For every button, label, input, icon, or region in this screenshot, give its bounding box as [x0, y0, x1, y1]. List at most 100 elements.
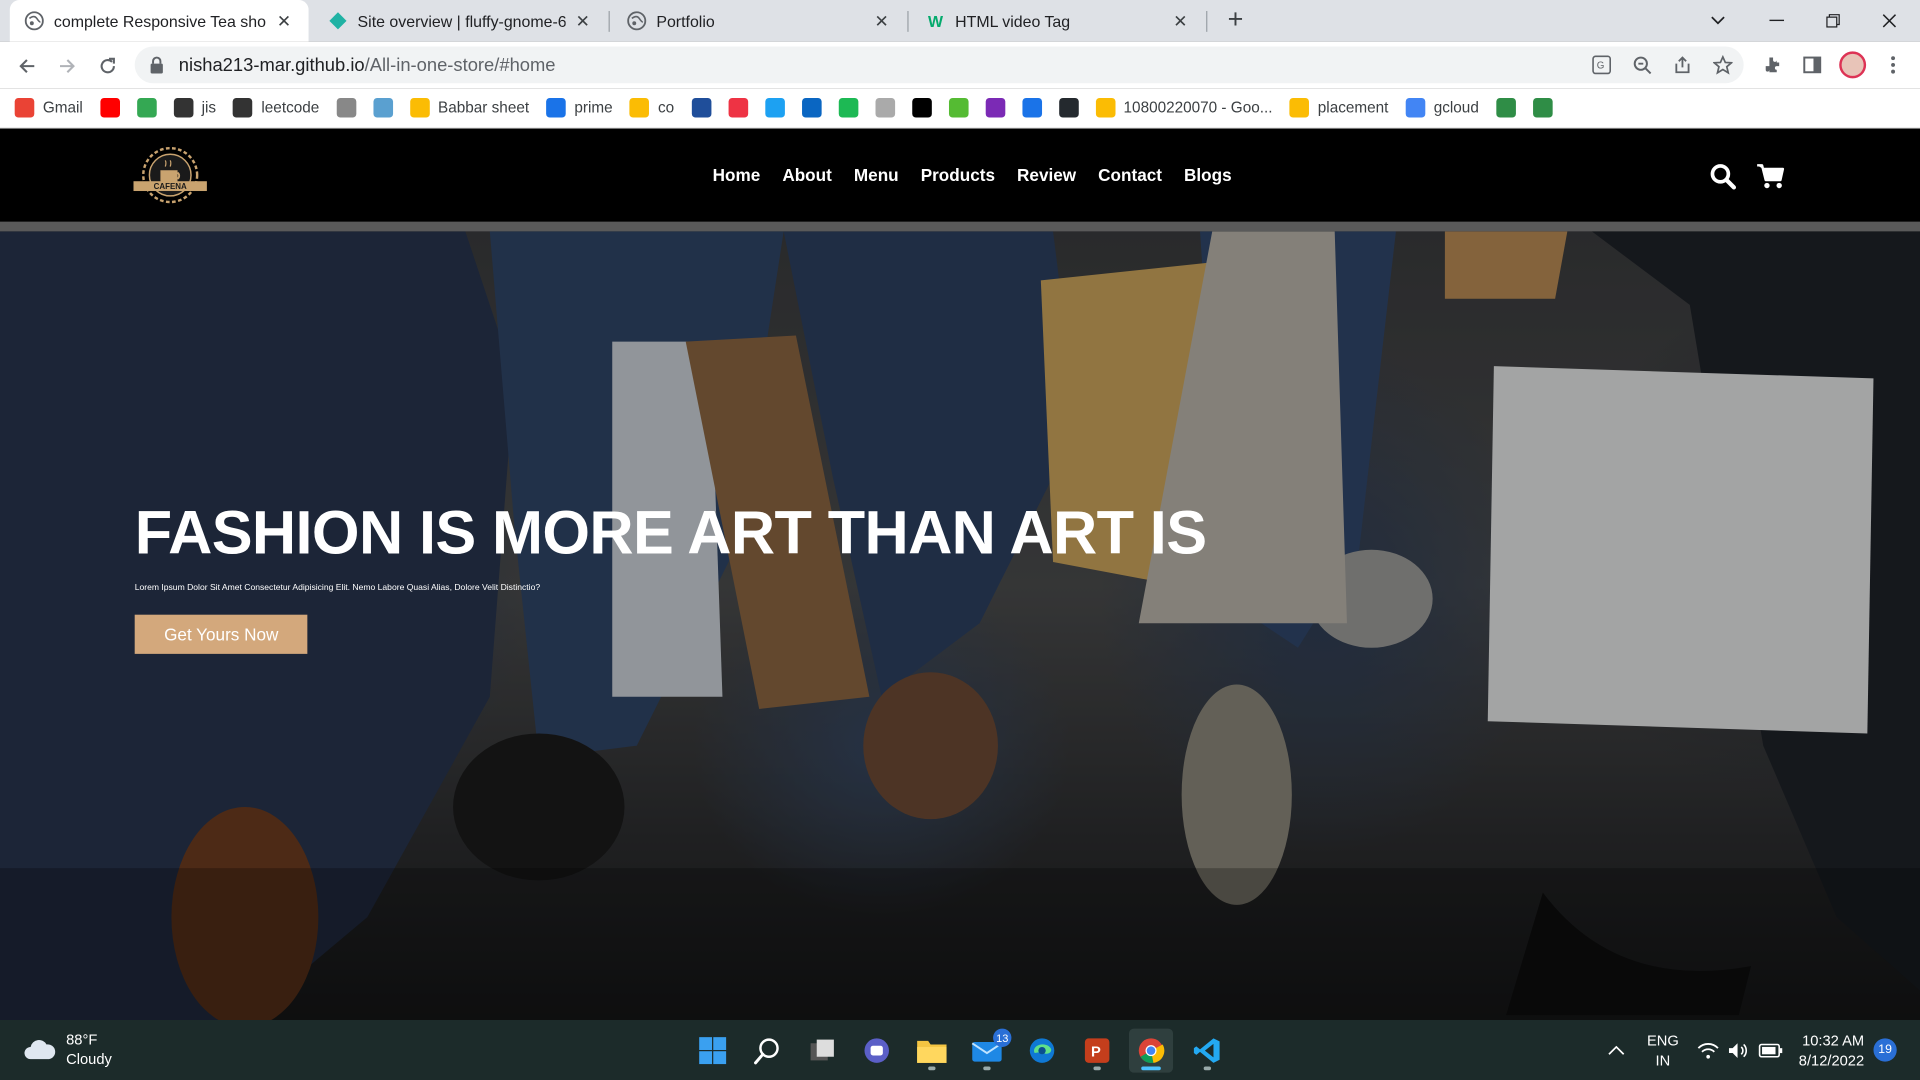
translate-icon[interactable]: G	[1583, 47, 1620, 84]
nav-menu[interactable]: Menu	[854, 165, 899, 185]
bookmark-item[interactable]: 10800220070 - Goo...	[1095, 97, 1272, 118]
bookmark-label: jis	[201, 99, 217, 117]
bookmark-item[interactable]	[99, 97, 120, 118]
loader-icon	[874, 97, 895, 118]
lang-line1: ENG	[1646, 1031, 1679, 1049]
browser-menu-icon[interactable]	[1876, 48, 1910, 82]
bookmark-item[interactable]: jis	[173, 97, 217, 118]
q-icon	[691, 97, 711, 118]
avatar	[1839, 51, 1867, 79]
zoom-icon[interactable]	[1624, 47, 1661, 84]
bookmark-item[interactable]	[1532, 97, 1553, 118]
side-panel-icon[interactable]	[1795, 48, 1829, 82]
nav-review[interactable]: Review	[1017, 165, 1076, 185]
hero-section: FASHION IS MORE ART THAN ART IS Lorem Ip…	[0, 231, 1920, 1021]
reload-button[interactable]	[92, 50, 124, 82]
back-button[interactable]	[11, 50, 43, 82]
windows-start-icon[interactable]	[691, 1029, 735, 1073]
bookmark-item[interactable]	[801, 97, 822, 118]
bookmark-item[interactable]: prime	[546, 97, 613, 118]
close-tab-icon[interactable]: ✕	[1171, 10, 1191, 31]
task-view-icon[interactable]	[801, 1029, 845, 1073]
tab-netlify-site[interactable]: Site overview | fluffy-gnome-637 ✕	[313, 0, 607, 42]
bookmark-item[interactable]: gcloud	[1405, 97, 1479, 118]
powerpoint-icon[interactable]: P	[1075, 1029, 1119, 1073]
gfg-icon	[1532, 97, 1553, 118]
cart-icon[interactable]	[1756, 162, 1785, 191]
bookmark-item[interactable]	[691, 97, 711, 118]
bookmark-star-icon[interactable]	[1704, 47, 1741, 84]
bookmark-item[interactable]	[948, 97, 969, 118]
bookmark-item[interactable]	[838, 97, 858, 118]
new-tab-button[interactable]: +	[1221, 6, 1250, 35]
battery-icon[interactable]	[1758, 1020, 1783, 1080]
clock[interactable]: 10:32 AM 8/12/2022	[1799, 1020, 1864, 1080]
volume-icon[interactable]	[1728, 1020, 1750, 1080]
bookmark-item[interactable]	[136, 97, 157, 118]
forward-button[interactable]	[51, 50, 83, 82]
share-icon[interactable]	[1664, 47, 1701, 84]
bookmark-item[interactable]: Gmail	[14, 97, 83, 118]
file-explorer-icon[interactable]	[910, 1029, 954, 1073]
github-icon	[1058, 97, 1079, 118]
minimize-button[interactable]	[1749, 0, 1805, 42]
edge-icon[interactable]	[1020, 1029, 1064, 1073]
chrome-icon[interactable]	[1128, 1028, 1174, 1073]
play-icon	[546, 97, 566, 118]
close-tab-icon[interactable]: ✕	[872, 10, 892, 31]
extensions-icon[interactable]	[1755, 48, 1789, 82]
tab-search-icon[interactable]	[1690, 0, 1746, 42]
language-indicator[interactable]: ENG IN	[1647, 1020, 1679, 1080]
w3schools-icon: W	[927, 11, 944, 31]
bookmark-item[interactable]: placement	[1289, 97, 1388, 118]
cafena-logo[interactable]: CAFENA	[133, 143, 207, 207]
bookmark-item[interactable]	[728, 97, 748, 118]
bookmark-item[interactable]: co	[629, 97, 674, 118]
bookmark-item[interactable]	[373, 97, 393, 118]
close-tab-icon[interactable]: ✕	[274, 10, 294, 31]
search-icon[interactable]	[746, 1029, 790, 1073]
bookmark-item[interactable]: leetcode	[233, 97, 319, 118]
nav-home[interactable]: Home	[713, 165, 761, 185]
profile-avatar[interactable]	[1836, 48, 1870, 82]
nav-about[interactable]: About	[782, 165, 832, 185]
bookmark-item[interactable]	[1495, 97, 1516, 118]
globe-icon	[24, 11, 44, 31]
drive-icon	[1289, 97, 1310, 118]
get-yours-now-button[interactable]: Get Yours Now	[134, 614, 308, 654]
teams-icon[interactable]	[855, 1029, 899, 1073]
tab-title: complete Responsive Tea shop W	[53, 11, 267, 31]
bookmark-item[interactable]	[911, 97, 932, 118]
bookmark-item[interactable]	[1021, 97, 1042, 118]
weather-widget[interactable]: 88°F Cloudy	[22, 1030, 112, 1069]
lock-icon[interactable]	[149, 56, 166, 74]
running-indicator	[928, 1066, 936, 1071]
close-window-button[interactable]	[1861, 0, 1917, 42]
vscode-icon[interactable]	[1185, 1029, 1229, 1073]
close-tab-icon[interactable]: ✕	[573, 10, 593, 31]
bookmark-item[interactable]	[1058, 97, 1079, 118]
bookmark-item[interactable]	[764, 97, 785, 118]
logo-text: CAFENA	[154, 182, 187, 191]
restore-button[interactable]	[1805, 0, 1861, 42]
tray-overflow-icon[interactable]	[1608, 1020, 1625, 1080]
mail-icon[interactable]: 13	[965, 1028, 1012, 1073]
address-bar[interactable]: nisha213-mar.github.io/All-in-one-store/…	[134, 46, 1744, 84]
browser-tab-strip: complete Responsive Tea shop W ✕ Site ov…	[0, 0, 1920, 42]
tab-portfolio[interactable]: Portfolio ✕	[612, 0, 906, 42]
tab-html-video[interactable]: W HTML video Tag ✕	[911, 0, 1205, 42]
wifi-icon[interactable]	[1697, 1020, 1719, 1080]
tab-tea-shop[interactable]: complete Responsive Tea shop W ✕	[9, 0, 309, 42]
tab-separator	[608, 11, 610, 32]
url-path: /All-in-one-store/#home	[364, 54, 556, 76]
nav-products[interactable]: Products	[921, 165, 995, 185]
bookmark-item[interactable]	[336, 97, 357, 118]
bookmark-item[interactable]	[985, 97, 1005, 118]
nav-blogs[interactable]: Blogs	[1184, 165, 1232, 185]
notification-center[interactable]: 19	[1873, 1020, 1897, 1080]
bookmark-item[interactable]: Babbar sheet	[409, 97, 529, 118]
bookmark-item[interactable]	[874, 97, 895, 118]
nav-contact[interactable]: Contact	[1098, 165, 1162, 185]
search-icon[interactable]	[1708, 162, 1737, 191]
drive-icon	[1095, 97, 1115, 118]
